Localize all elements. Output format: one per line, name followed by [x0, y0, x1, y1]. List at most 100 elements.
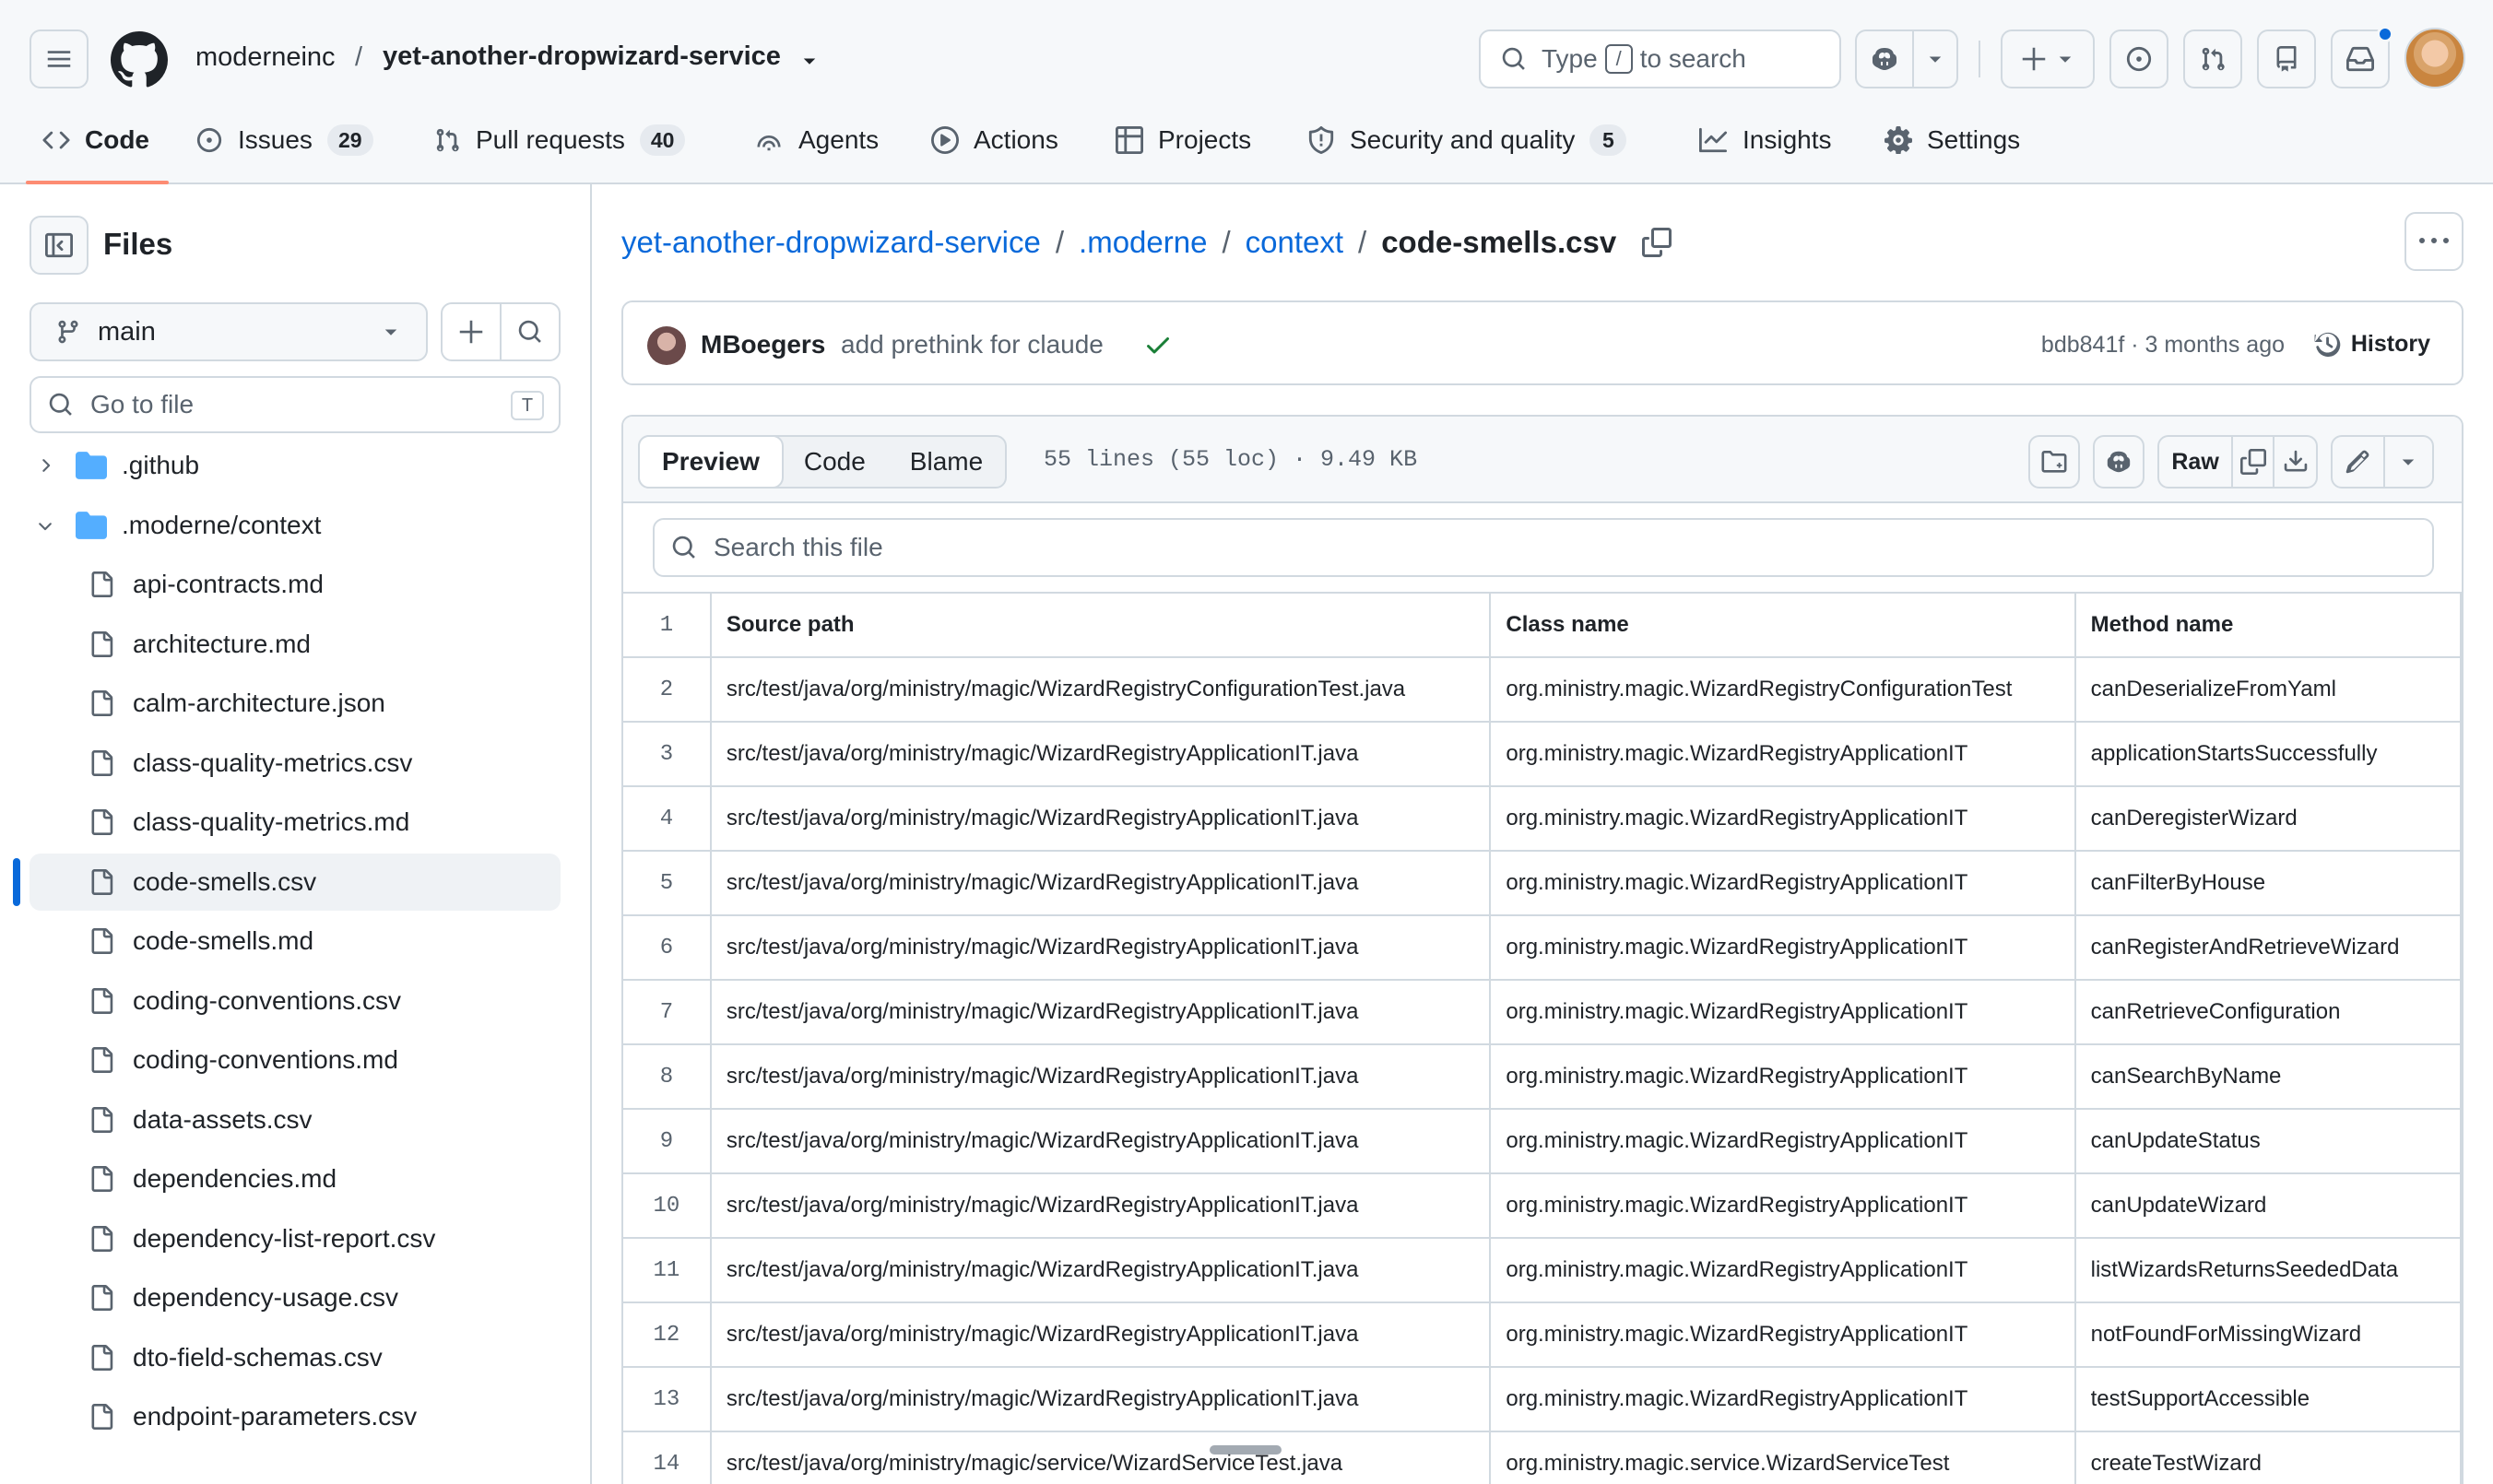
table-cell: src/test/java/org/ministry/magic/WizardR… — [709, 1301, 1492, 1368]
tab-actions[interactable]: Actions — [931, 118, 1058, 162]
tree-file[interactable]: class-quality-metrics.md — [30, 794, 561, 851]
line-number[interactable]: 7 — [623, 979, 712, 1045]
repo-icon — [2276, 46, 2297, 72]
commit-message-link[interactable]: add prethink for claude — [841, 330, 1104, 359]
breadcrumb-moderne-link[interactable]: .moderne — [1079, 225, 1207, 260]
tree-file[interactable]: dependency-usage.csv — [30, 1269, 561, 1326]
tab-issues[interactable]: Issues 29 — [195, 118, 373, 162]
line-number[interactable]: 2 — [623, 656, 712, 723]
tree-folder[interactable]: .github — [30, 437, 561, 494]
tree-file[interactable]: class-quality-metrics.csv — [30, 735, 561, 792]
repo-switcher-chevron-icon[interactable] — [800, 52, 819, 70]
tab-security[interactable]: Security and quality 5 — [1307, 118, 1627, 162]
line-number[interactable]: 9 — [623, 1108, 712, 1174]
line-number[interactable]: 6 — [623, 914, 712, 981]
line-number[interactable]: 11 — [623, 1237, 712, 1303]
copilot-file-button[interactable] — [2093, 435, 2144, 489]
view-preview-button[interactable]: Preview — [638, 435, 784, 489]
check-icon[interactable] — [1143, 330, 1173, 359]
line-number[interactable]: 14 — [623, 1431, 712, 1484]
edit-file-button[interactable] — [2333, 437, 2385, 487]
repo-name-link[interactable]: yet-another-dropwizard-service — [383, 41, 781, 72]
add-file-button[interactable] — [443, 304, 502, 359]
tab-agents[interactable]: Agents — [754, 118, 879, 162]
tree-file[interactable]: code-smells.csv — [30, 853, 561, 911]
tree-file[interactable]: dependency-list-report.csv — [30, 1210, 561, 1267]
chevron-down-icon[interactable] — [35, 515, 55, 536]
tab-projects[interactable]: Projects — [1116, 118, 1251, 162]
view-code-button[interactable]: Code — [782, 437, 888, 487]
repo-owner-link[interactable]: moderneinc — [195, 42, 336, 73]
global-search-input[interactable]: Type / to search — [1479, 29, 1841, 88]
tree-file[interactable]: dependencies.md — [30, 1150, 561, 1207]
create-new-button[interactable] — [2001, 29, 2095, 88]
tree-file[interactable]: coding-conventions.md — [30, 1031, 561, 1089]
breadcrumb-context-link[interactable]: context — [1246, 225, 1343, 260]
line-number[interactable]: 1 — [623, 592, 712, 658]
github-logo-icon[interactable] — [111, 31, 168, 88]
collapse-sidebar-button[interactable] — [30, 216, 89, 275]
line-number[interactable]: 13 — [623, 1366, 712, 1432]
tree-file[interactable]: code-smells.md — [30, 913, 561, 970]
view-mode-toggle: Preview Code Blame — [638, 435, 1008, 489]
line-number[interactable]: 10 — [623, 1172, 712, 1239]
tree-item-label: coding-conventions.csv — [133, 985, 402, 1015]
raw-button[interactable]: Raw — [2159, 437, 2234, 487]
breadcrumb-repo-link[interactable]: yet-another-dropwizard-service — [621, 225, 1041, 260]
tab-pull-requests[interactable]: Pull requests 40 — [433, 118, 686, 162]
go-to-file-input[interactable]: Go to file T — [30, 376, 561, 433]
horizontal-scrollbar-thumb[interactable] — [1210, 1445, 1282, 1455]
tree-file[interactable]: architecture.md — [30, 616, 561, 673]
edit-menu-button[interactable] — [2385, 453, 2432, 471]
commit-hash-time[interactable]: bdb841f · 3 months ago — [2041, 332, 2285, 359]
copilot-button[interactable] — [1855, 29, 1914, 88]
repositories-button[interactable] — [2257, 29, 2316, 88]
column-header: Class name — [1489, 592, 2076, 658]
user-avatar[interactable] — [2404, 28, 2465, 88]
tree-file[interactable]: dto-field-schemas.csv — [30, 1329, 561, 1386]
code-icon — [42, 131, 70, 149]
copilot-menu-button[interactable] — [1912, 29, 1958, 88]
view-blame-button[interactable]: Blame — [888, 437, 1005, 487]
tab-insights[interactable]: Insights — [1698, 118, 1832, 162]
table-cell: testSupportAccessible — [2074, 1366, 2462, 1432]
tree-file[interactable]: coding-conventions.csv — [30, 972, 561, 1030]
open-symbols-button[interactable] — [2028, 435, 2080, 489]
search-files-button[interactable] — [502, 304, 559, 359]
selected-indicator — [13, 857, 20, 906]
csv-table-body: 1 Source path Class name Method name 2 sr… — [623, 592, 2462, 1484]
tree-file[interactable]: calm-architecture.json — [30, 675, 561, 732]
chevron-right-icon[interactable] — [35, 455, 55, 476]
tree-file[interactable]: api-contracts.md — [30, 556, 561, 613]
shield-icon — [1308, 126, 1334, 154]
breadcrumb-separator: / — [1055, 225, 1065, 259]
download-icon — [2284, 450, 2307, 472]
line-number[interactable]: 4 — [623, 785, 712, 852]
tab-code[interactable]: Code — [42, 118, 149, 162]
search-this-file-input[interactable]: Search this file — [653, 518, 2434, 577]
file-icon — [89, 749, 114, 777]
tab-settings[interactable]: Settings — [1885, 118, 2020, 162]
author-avatar[interactable] — [647, 326, 686, 365]
issues-button[interactable] — [2109, 29, 2168, 88]
branch-selector[interactable]: main — [30, 302, 428, 361]
pull-requests-button[interactable] — [2183, 29, 2242, 88]
line-number[interactable]: 12 — [623, 1301, 712, 1368]
line-number[interactable]: 8 — [623, 1043, 712, 1110]
table-cell: canRetrieveConfiguration — [2074, 979, 2462, 1045]
search-icon — [1502, 47, 1525, 70]
more-options-button[interactable] — [2404, 212, 2463, 271]
tree-folder[interactable]: .moderne/context — [30, 497, 561, 554]
tree-file[interactable]: endpoint-parameters.csv — [30, 1388, 561, 1445]
line-number[interactable]: 3 — [623, 721, 712, 787]
download-button[interactable] — [2274, 449, 2316, 475]
history-button[interactable]: History — [2314, 330, 2430, 358]
commit-author-link[interactable]: MBoegers — [701, 330, 825, 359]
copy-path-button[interactable] — [1642, 228, 1672, 257]
file-icon — [89, 1106, 114, 1134]
copy-raw-button[interactable] — [2233, 437, 2275, 487]
tree-file[interactable]: data-assets.csv — [30, 1091, 561, 1148]
menu-button[interactable] — [30, 29, 89, 88]
table-cell: canDeregisterWizard — [2074, 785, 2462, 852]
line-number[interactable]: 5 — [623, 850, 712, 916]
